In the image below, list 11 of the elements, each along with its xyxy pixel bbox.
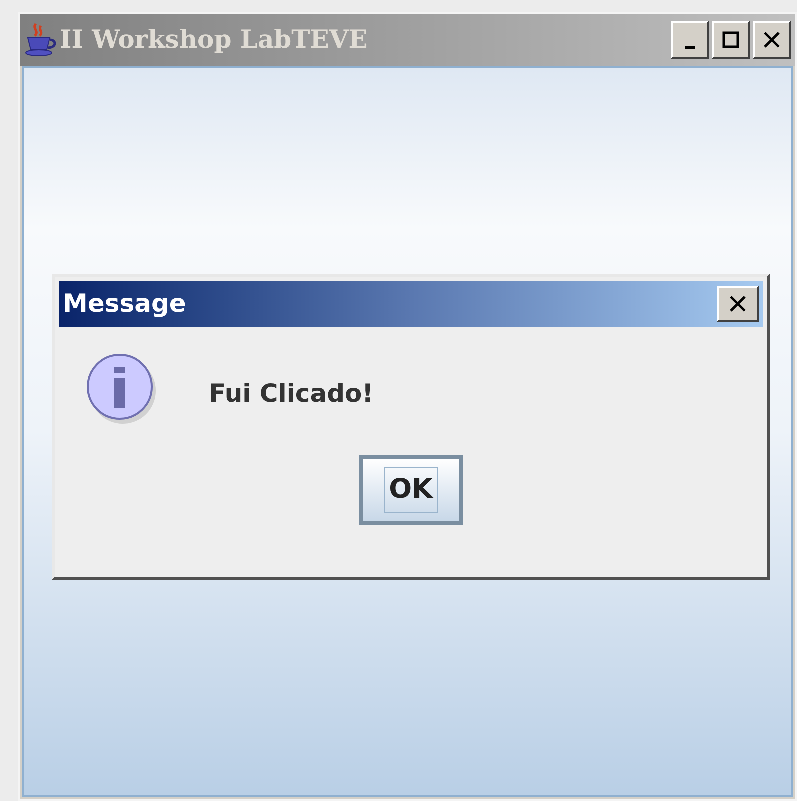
dialog-title: Message — [63, 288, 186, 320]
info-icon — [87, 353, 157, 425]
minimize-button[interactable] — [671, 21, 709, 59]
minimize-icon — [685, 46, 695, 49]
close-button[interactable] — [753, 21, 791, 59]
ok-button[interactable]: OK — [359, 455, 463, 525]
maximize-button[interactable] — [712, 21, 750, 59]
window-title: II Workshop LabTEVE — [60, 24, 368, 56]
coffee-cup-icon — [24, 22, 58, 58]
message-text: Fui Clicado! — [209, 378, 374, 410]
close-button[interactable] — [717, 286, 759, 322]
